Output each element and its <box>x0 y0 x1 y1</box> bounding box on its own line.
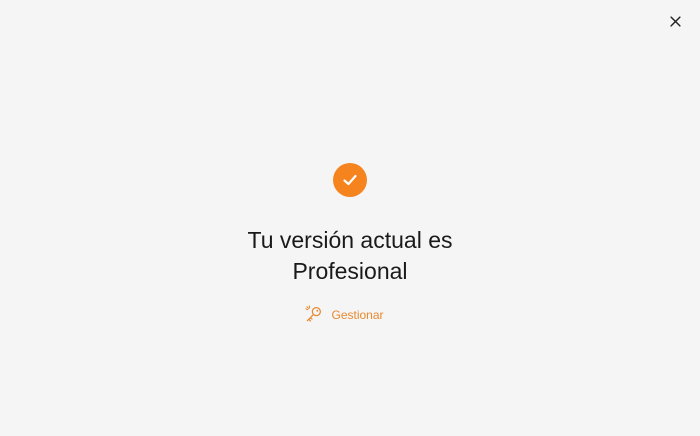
close-icon <box>669 14 681 32</box>
key-icon <box>304 305 323 324</box>
close-button[interactable] <box>664 12 686 34</box>
manage-link[interactable]: Gestionar <box>304 305 384 324</box>
manage-label: Gestionar <box>331 307 384 322</box>
status-title: Tu versión actual es Profesional <box>247 227 453 284</box>
dialog-window: Tu versión actual es Profesional Gestion… <box>0 0 700 436</box>
status-panel: Tu versión actual es Profesional Gestion… <box>0 163 700 324</box>
check-circle-icon <box>333 163 367 197</box>
